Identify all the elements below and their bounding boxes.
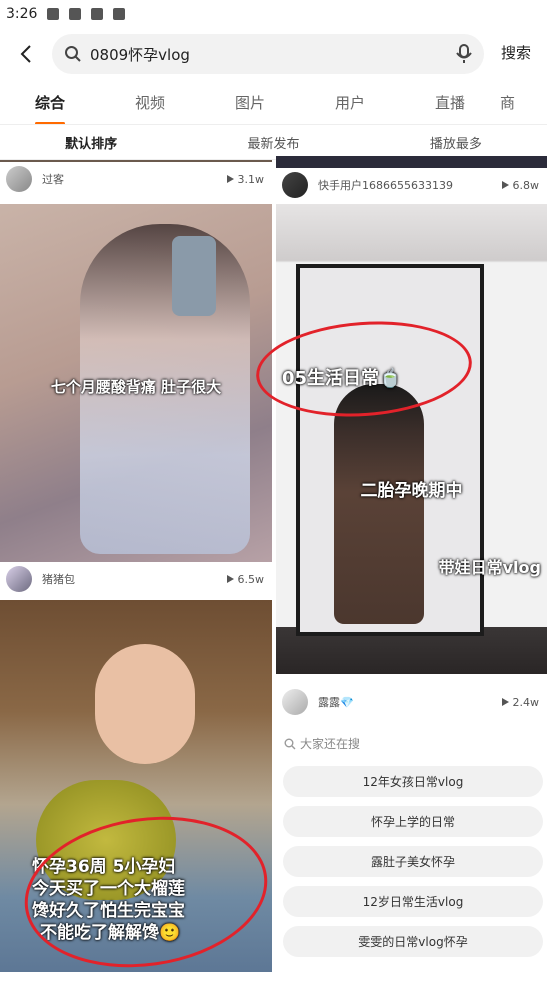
- play-icon: [502, 698, 509, 706]
- video-card-meta: 过客 3.1w: [0, 162, 272, 196]
- status-bar: 3:26: [0, 0, 547, 28]
- tab-users[interactable]: 用户: [300, 92, 400, 113]
- view-count-text: 2.4w: [513, 696, 540, 709]
- person-silhouette: [334, 384, 424, 624]
- tab-video[interactable]: 视频: [100, 92, 200, 113]
- avatar[interactable]: [282, 689, 308, 715]
- author-name[interactable]: 露露💎: [318, 694, 502, 710]
- search-icon: [284, 738, 296, 750]
- view-count: 6.8w: [502, 179, 547, 192]
- suggestion-chip[interactable]: 怀孕上学的日常: [283, 806, 543, 837]
- sort-bar: 默认排序 最新发布 播放最多: [0, 124, 547, 160]
- search-input[interactable]: 0809怀孕vlog: [52, 34, 484, 74]
- tab-live[interactable]: 直播: [400, 92, 500, 113]
- tab-bar: 综合 视频 图片 用户 直播 商: [0, 80, 547, 124]
- view-count: 3.1w: [227, 173, 273, 186]
- video-thumbnail[interactable]: 05生活日常🍵 二胎孕晚期中 带娃日常vlog: [276, 204, 547, 674]
- tab-images[interactable]: 图片: [200, 92, 300, 113]
- avatar[interactable]: [6, 566, 32, 592]
- video-card-meta: 露露💎 2.4w: [276, 685, 547, 719]
- search-button[interactable]: 搜索: [501, 42, 531, 63]
- notification-icon: [47, 8, 59, 20]
- play-icon: [227, 175, 234, 183]
- sort-latest[interactable]: 最新发布: [182, 133, 364, 152]
- app-icon: [69, 8, 81, 20]
- view-count-text: 3.1w: [238, 173, 265, 186]
- search-icon: [64, 45, 82, 63]
- suggestion-header: 大家还在搜: [284, 735, 360, 752]
- view-count: 6.5w: [227, 573, 273, 586]
- avatar[interactable]: [282, 172, 308, 198]
- back-arrow-icon: [19, 44, 33, 64]
- folder-icon: [91, 8, 103, 20]
- sort-default[interactable]: 默认排序: [0, 133, 182, 152]
- tab-general[interactable]: 综合: [0, 92, 100, 113]
- video-card-meta: 快手用户1686655633139 6.8w: [276, 168, 547, 202]
- video-caption: 七个月腰酸背痛 肚子很大: [0, 376, 272, 397]
- video-caption: 二胎孕晚期中: [276, 476, 547, 501]
- status-time: 3:26: [6, 6, 37, 22]
- suggestion-chip[interactable]: 露肚子美女怀孕: [283, 846, 543, 877]
- suggestion-title: 大家还在搜: [300, 735, 360, 752]
- author-name[interactable]: 过客: [42, 171, 227, 187]
- bag-icon: [113, 8, 125, 20]
- back-button[interactable]: [0, 28, 52, 80]
- author-name[interactable]: 猪猪包: [42, 571, 227, 587]
- tab-shop[interactable]: 商: [500, 92, 547, 113]
- view-count-text: 6.5w: [238, 573, 265, 586]
- sort-most-played[interactable]: 播放最多: [365, 133, 547, 152]
- phone-shape: [172, 236, 216, 316]
- video-card-meta: 猪猪包 6.5w: [0, 562, 272, 596]
- video-thumbnail[interactable]: 七个月腰酸背痛 肚子很大: [0, 204, 272, 562]
- avatar[interactable]: [6, 166, 32, 192]
- suggestion-chip[interactable]: 12年女孩日常vlog: [283, 766, 543, 797]
- child-face: [95, 644, 195, 764]
- view-count: 2.4w: [502, 696, 547, 709]
- play-icon: [502, 181, 509, 189]
- view-count-text: 6.8w: [513, 179, 540, 192]
- author-name[interactable]: 快手用户1686655633139: [318, 177, 502, 193]
- play-icon: [227, 575, 234, 583]
- search-query: 0809怀孕vlog: [90, 44, 190, 65]
- video-caption: 带娃日常vlog: [439, 554, 541, 578]
- suggestion-chip[interactable]: 12岁日常生活vlog: [283, 886, 543, 917]
- microphone-icon[interactable]: [456, 44, 472, 64]
- video-thumbnail[interactable]: [276, 156, 547, 168]
- search-row: 0809怀孕vlog 搜索: [0, 28, 547, 80]
- suggestion-chip[interactable]: 雯雯的日常vlog怀孕: [283, 926, 543, 957]
